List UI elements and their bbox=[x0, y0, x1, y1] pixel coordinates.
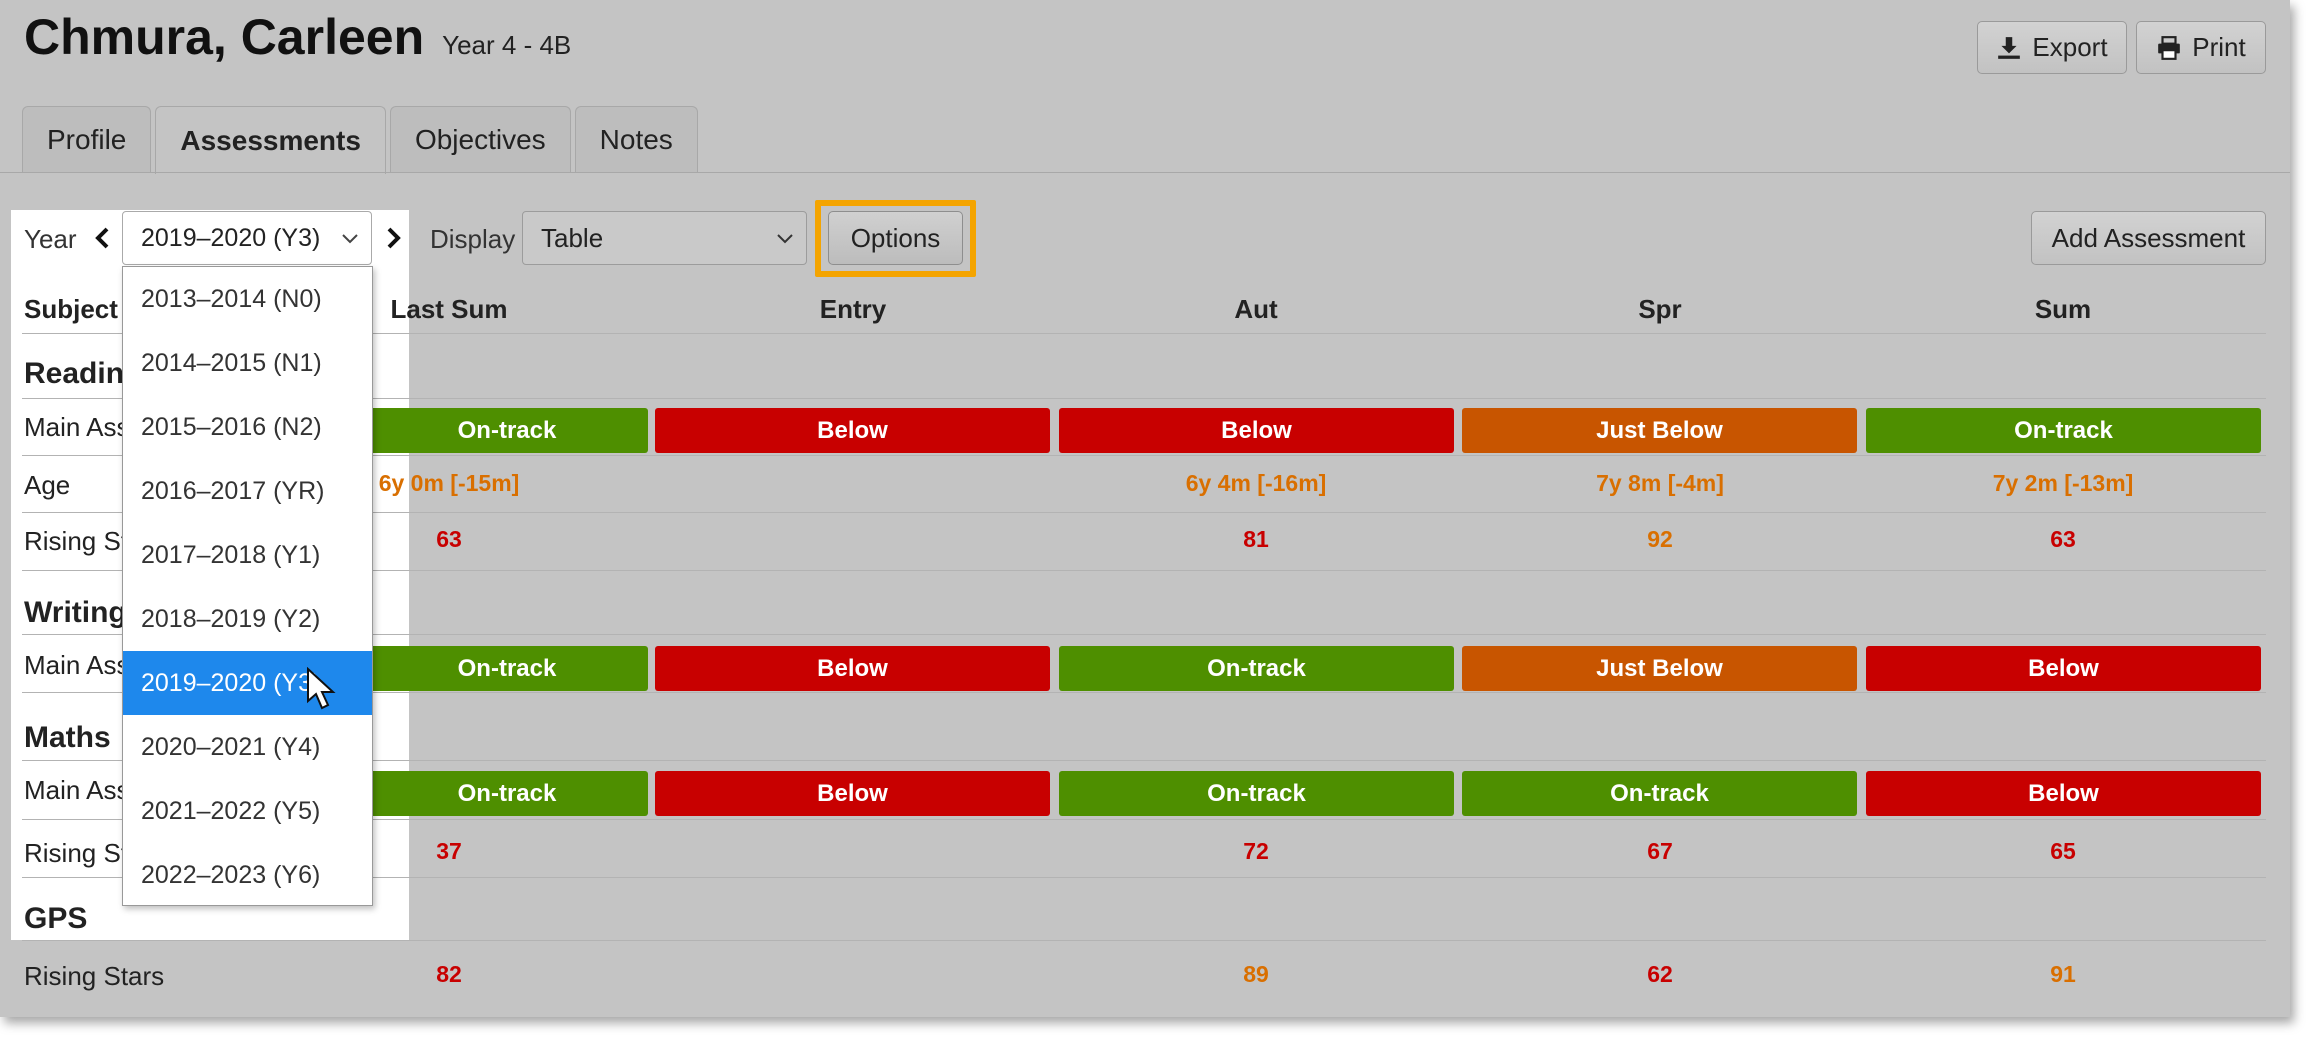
chevron-down-icon bbox=[342, 234, 358, 244]
chevron-down-icon bbox=[777, 234, 793, 244]
column-header: Last Sum bbox=[390, 294, 508, 324]
year-select-value: 2019–2020 (Y3) bbox=[141, 223, 321, 252]
subject-column-header: Subject bbox=[24, 294, 118, 324]
display-label: Display bbox=[430, 224, 516, 254]
section-title: Maths bbox=[24, 721, 111, 754]
section-title: Writing bbox=[24, 596, 127, 629]
row-label: Rising St bbox=[24, 838, 129, 868]
score-cell[interactable]: 37 bbox=[436, 838, 462, 865]
column-header: Aut bbox=[1234, 294, 1278, 324]
app-window: Chmura, Carleen Year 4 - 4B Export Print… bbox=[0, 0, 2290, 1017]
year-option[interactable]: 2014–2015 (N1) bbox=[123, 331, 372, 395]
row-label: Main Ass bbox=[24, 650, 130, 680]
score-cell[interactable]: 89 bbox=[1243, 961, 1269, 988]
tab-notes[interactable]: Notes bbox=[574, 106, 698, 172]
year-option[interactable]: 2022–2023 (Y6) bbox=[123, 843, 372, 907]
status-badge[interactable]: Below bbox=[655, 408, 1050, 453]
options-button[interactable]: Options bbox=[828, 211, 963, 265]
score-cell[interactable]: 67 bbox=[1647, 838, 1673, 865]
status-badge[interactable]: Just Below bbox=[1462, 408, 1857, 453]
status-badge[interactable]: Below bbox=[655, 771, 1050, 816]
page-title: Chmura, Carleen bbox=[24, 9, 425, 65]
status-badge[interactable]: On-track bbox=[1059, 771, 1454, 816]
status-badge[interactable]: Below bbox=[655, 646, 1050, 691]
year-label: Year bbox=[24, 224, 77, 254]
chevron-right-icon[interactable] bbox=[383, 226, 403, 250]
row-label: Rising St bbox=[24, 526, 129, 556]
download-icon bbox=[1998, 36, 2021, 59]
score-cell[interactable]: 63 bbox=[436, 526, 462, 553]
score-cell[interactable]: 65 bbox=[2050, 838, 2076, 865]
year-select[interactable]: 2019–2020 (Y3) bbox=[122, 211, 372, 265]
printer-icon bbox=[2158, 35, 2181, 60]
status-badge[interactable]: On-track bbox=[366, 771, 648, 816]
status-badge[interactable]: Below bbox=[1866, 646, 2261, 691]
status-badge[interactable]: Just Below bbox=[1462, 646, 1857, 691]
score-cell[interactable]: 92 bbox=[1647, 526, 1673, 553]
year-option[interactable]: 2021–2022 (Y5) bbox=[123, 779, 372, 843]
status-badge[interactable]: Below bbox=[1866, 771, 2261, 816]
score-cell[interactable]: 63 bbox=[2050, 526, 2076, 553]
year-option[interactable]: 2013–2014 (N0) bbox=[123, 267, 372, 331]
score-cell[interactable]: 72 bbox=[1243, 838, 1269, 865]
score-cell[interactable]: 82 bbox=[436, 961, 462, 988]
status-badge[interactable]: On-track bbox=[366, 646, 648, 691]
export-button[interactable]: Export bbox=[1977, 21, 2127, 74]
print-label: Print bbox=[2192, 32, 2246, 62]
add-assessment-button[interactable]: Add Assessment bbox=[2031, 211, 2266, 265]
year-option[interactable]: 2018–2019 (Y2) bbox=[123, 587, 372, 651]
year-option[interactable]: 2015–2016 (N2) bbox=[123, 395, 372, 459]
status-badge[interactable]: On-track bbox=[1866, 408, 2261, 453]
score-cell[interactable]: 62 bbox=[1647, 961, 1673, 988]
row-label: Rising Stars bbox=[24, 961, 165, 991]
column-header: Sum bbox=[2034, 294, 2092, 324]
year-option[interactable]: 2016–2017 (YR) bbox=[123, 459, 372, 523]
score-cell[interactable]: 91 bbox=[2050, 961, 2076, 988]
mouse-pointer-icon bbox=[307, 667, 336, 710]
score-cell[interactable]: 7y 2m [-13m] bbox=[1993, 470, 2134, 497]
column-header: Entry bbox=[819, 294, 887, 324]
year-dropdown-list: 2013–2014 (N0) 2014–2015 (N1) 2015–2016 … bbox=[122, 266, 373, 906]
tab-bar: Profile Assessments Objectives Notes bbox=[22, 106, 698, 174]
column-header: Spr bbox=[1638, 294, 1682, 324]
tab-assessments[interactable]: Assessments bbox=[155, 106, 386, 174]
tab-objectives[interactable]: Objectives bbox=[389, 106, 571, 172]
tab-divider bbox=[0, 172, 2290, 173]
section-title: Readin bbox=[24, 357, 125, 390]
score-cell[interactable]: 81 bbox=[1243, 526, 1269, 553]
status-badge[interactable]: Below bbox=[1059, 408, 1454, 453]
print-button[interactable]: Print bbox=[2136, 21, 2266, 74]
title-row: Chmura, Carleen Year 4 - 4B bbox=[24, 8, 571, 66]
section-title: GPS bbox=[24, 902, 88, 935]
year-option[interactable]: 2020–2021 (Y4) bbox=[123, 715, 372, 779]
class-label: Year 4 - 4B bbox=[442, 30, 572, 60]
score-cell[interactable]: 6y 0m [-15m] bbox=[379, 470, 520, 497]
score-cell[interactable]: 6y 4m [-16m] bbox=[1186, 470, 1327, 497]
year-option[interactable]: 2017–2018 (Y1) bbox=[123, 523, 372, 587]
row-label: Main Ass bbox=[24, 412, 130, 442]
score-cell[interactable]: 7y 8m [-4m] bbox=[1596, 470, 1724, 497]
row-label: Age bbox=[24, 470, 71, 500]
status-badge[interactable]: On-track bbox=[1059, 646, 1454, 691]
row-label: Main Ass bbox=[24, 775, 130, 805]
export-label: Export bbox=[2032, 32, 2108, 62]
status-badge[interactable]: On-track bbox=[1462, 771, 1857, 816]
chevron-left-icon[interactable] bbox=[93, 226, 113, 250]
tab-profile[interactable]: Profile bbox=[22, 106, 152, 172]
display-select-value: Table bbox=[541, 222, 604, 253]
status-badge[interactable]: On-track bbox=[366, 408, 648, 453]
row-divider bbox=[22, 940, 2266, 941]
display-select[interactable]: Table bbox=[522, 211, 807, 265]
